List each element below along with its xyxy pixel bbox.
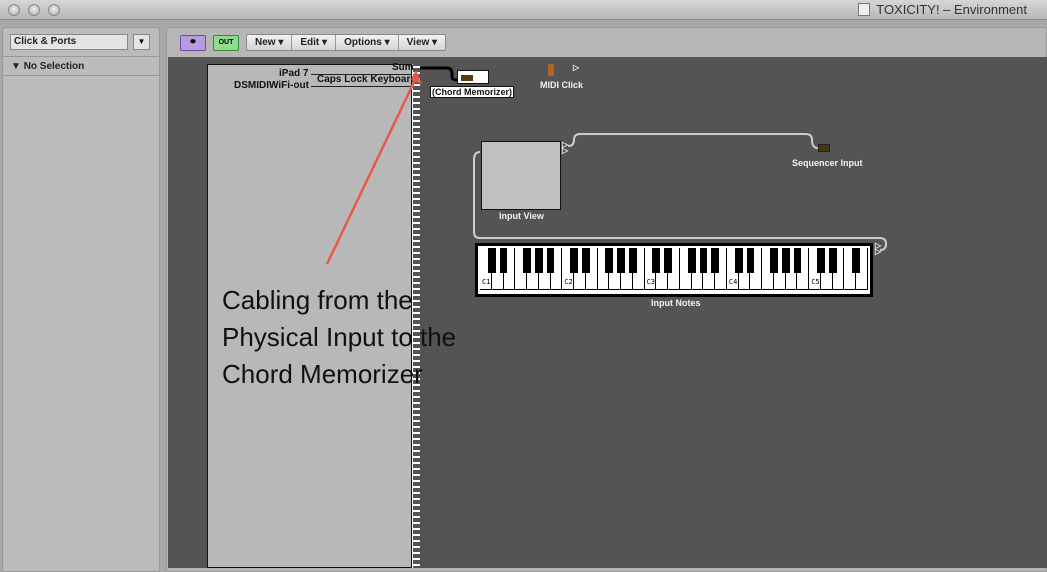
- black-key[interactable]: [781, 248, 790, 273]
- black-key[interactable]: [487, 248, 496, 273]
- black-key[interactable]: [523, 248, 531, 273]
- keyboard-ports[interactable]: ▷ ▷: [875, 242, 881, 256]
- octave-label: C1: [482, 278, 491, 286]
- black-key[interactable]: [746, 248, 755, 273]
- input-notes-keyboard[interactable]: C1 C2 C3 C4 C5: [475, 243, 873, 297]
- octave-label: C2: [564, 278, 573, 286]
- chord-memorizer-icon: [461, 75, 473, 81]
- black-key[interactable]: [828, 248, 837, 273]
- octave-label: C4: [728, 278, 738, 286]
- black-key[interactable]: [605, 248, 614, 273]
- cable-to-sequencer-input[interactable]: [567, 133, 819, 149]
- octave-label: C3: [646, 278, 656, 286]
- annotation-arrow: [325, 77, 418, 265]
- black-key[interactable]: [581, 248, 590, 273]
- black-key[interactable]: [534, 248, 543, 273]
- output-port-icon[interactable]: ▷: [573, 63, 579, 72]
- black-key[interactable]: [499, 248, 508, 273]
- input-view-label: Input View: [499, 211, 544, 221]
- sequencer-input-label: Sequencer Input: [792, 158, 863, 168]
- black-key[interactable]: [546, 248, 555, 273]
- annotation-text: Cabling from the Physical Input to the C…: [222, 285, 457, 389]
- metronome-icon[interactable]: [548, 64, 554, 76]
- black-key[interactable]: [570, 248, 578, 273]
- black-key[interactable]: [664, 248, 672, 273]
- black-key[interactable]: [699, 248, 708, 273]
- black-key[interactable]: [770, 248, 778, 273]
- arrow-head: [411, 70, 422, 84]
- octave-label: C5: [811, 278, 820, 286]
- input-view-object[interactable]: [481, 141, 561, 210]
- black-key[interactable]: [628, 248, 637, 273]
- black-key[interactable]: [652, 248, 661, 273]
- black-key[interactable]: [793, 248, 802, 273]
- input-view-ports[interactable]: ▷ ▷: [562, 141, 568, 155]
- black-key[interactable]: [734, 248, 743, 273]
- cable-to-chord-memorizer[interactable]: [420, 66, 459, 82]
- chord-memorizer-object[interactable]: [457, 70, 489, 84]
- black-key[interactable]: [852, 248, 861, 273]
- black-key[interactable]: [617, 248, 625, 273]
- chord-memorizer-label: (Chord Memorizer): [430, 86, 515, 98]
- black-key[interactable]: [817, 248, 825, 273]
- sequencer-input-icon[interactable]: [818, 144, 830, 152]
- black-key[interactable]: [687, 248, 696, 273]
- black-key[interactable]: [711, 248, 720, 273]
- input-notes-label: Input Notes: [651, 298, 701, 308]
- midi-click-label: MIDI Click: [540, 80, 584, 90]
